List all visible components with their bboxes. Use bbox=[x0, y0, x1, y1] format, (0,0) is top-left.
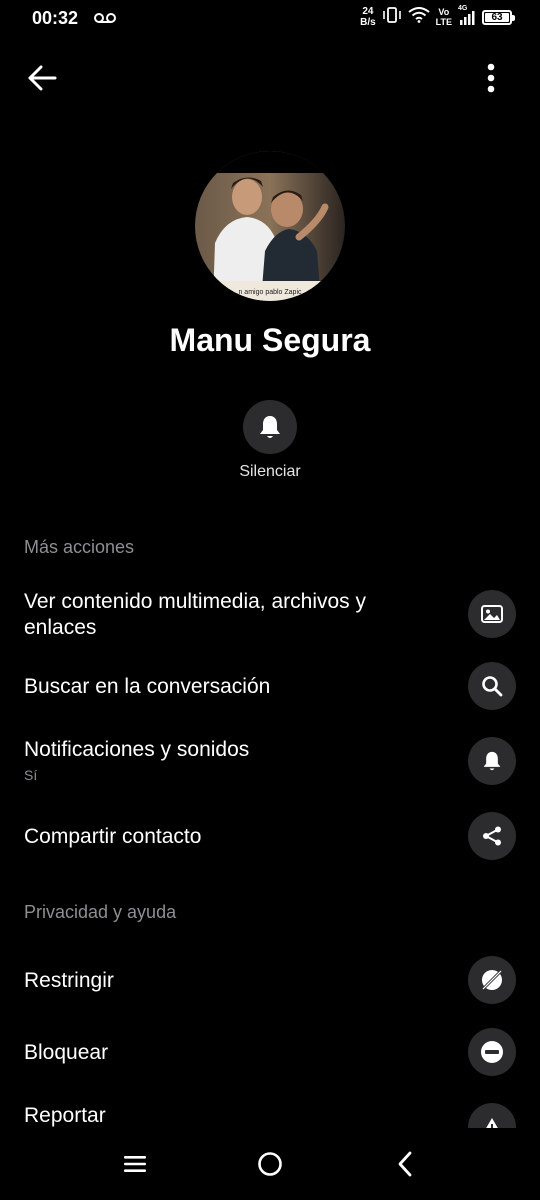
profile-photo: n amigo pablo Zapic bbox=[195, 151, 345, 301]
mute-label: Silenciar bbox=[239, 463, 301, 480]
row-report-title: Reportar bbox=[24, 1104, 106, 1127]
conversation-settings-screen: 00:32 24 B/s Vo LTE 4G 63 n amigo pablo … bbox=[0, 0, 540, 1200]
voicemail-icon bbox=[94, 11, 116, 29]
bell-icon bbox=[468, 737, 516, 785]
arrow-left-icon bbox=[28, 65, 57, 91]
status-time: 00:32 bbox=[32, 8, 79, 28]
row-share-title: Compartir contacto bbox=[24, 825, 202, 848]
more-vertical-icon bbox=[487, 63, 495, 93]
section-privacy-help: Privacidad y ayuda bbox=[24, 902, 177, 922]
home-button[interactable] bbox=[248, 1142, 292, 1186]
row-search-conversation[interactable]: Buscar en la conversación bbox=[0, 662, 540, 712]
profile-name: Manu Segura bbox=[169, 322, 371, 358]
battery-icon: 63 bbox=[482, 9, 515, 25]
image-icon bbox=[468, 590, 516, 638]
mute-button[interactable] bbox=[243, 400, 297, 454]
share-icon bbox=[468, 812, 516, 860]
system-navigation-bar bbox=[0, 1128, 540, 1200]
block-icon bbox=[468, 1028, 516, 1076]
vibrate-icon bbox=[382, 6, 402, 28]
row-block-title: Bloquear bbox=[24, 1041, 109, 1064]
row-report[interactable]: Reportar bbox=[0, 1095, 540, 1128]
row-block[interactable]: Bloquear bbox=[0, 1028, 540, 1078]
warning-icon bbox=[468, 1103, 516, 1128]
menu-icon bbox=[124, 1156, 146, 1172]
profile-avatar[interactable]: n amigo pablo Zapic bbox=[195, 151, 345, 301]
restrict-icon bbox=[468, 956, 516, 1004]
back-button[interactable] bbox=[22, 58, 62, 98]
section-more-actions: Más acciones bbox=[24, 537, 135, 557]
search-icon bbox=[468, 662, 516, 710]
network-speed: 24 B/s bbox=[360, 6, 376, 28]
row-restrict[interactable]: Restringir bbox=[0, 956, 540, 1006]
system-back-button[interactable] bbox=[383, 1142, 427, 1186]
row-view-media-title: Ver contenido multimedia, archivos y enl… bbox=[24, 590, 366, 639]
more-options-button[interactable] bbox=[476, 58, 506, 98]
row-search-title: Buscar en la conversación bbox=[24, 675, 271, 698]
status-bar: 00:32 24 B/s Vo LTE 4G 63 bbox=[0, 0, 540, 38]
volte-indicator: Vo LTE bbox=[435, 7, 452, 27]
chevron-left-icon bbox=[398, 1151, 412, 1177]
row-share-contact[interactable]: Compartir contacto bbox=[0, 812, 540, 862]
recent-apps-button[interactable] bbox=[113, 1142, 157, 1186]
status-icons: 24 B/s Vo LTE 4G 63 bbox=[360, 5, 515, 28]
row-view-media[interactable]: Ver contenido multimedia, archivos y enl… bbox=[0, 584, 540, 644]
wifi-icon bbox=[408, 6, 430, 28]
list-clip: Reportar bbox=[0, 1095, 540, 1128]
home-circle-icon bbox=[258, 1152, 282, 1176]
bell-icon bbox=[260, 416, 280, 438]
battery-level: 63 bbox=[491, 11, 503, 23]
row-restrict-title: Restringir bbox=[24, 969, 114, 992]
row-notifications-status: Sí bbox=[24, 767, 38, 783]
signal-icon: 4G bbox=[458, 5, 476, 26]
photo-caption: n amigo pablo Zapic bbox=[238, 289, 302, 296]
row-notifications-title: Notificaciones y sonidos bbox=[24, 738, 250, 761]
row-notifications-sounds[interactable]: Notificaciones y sonidos Sí bbox=[0, 737, 540, 789]
